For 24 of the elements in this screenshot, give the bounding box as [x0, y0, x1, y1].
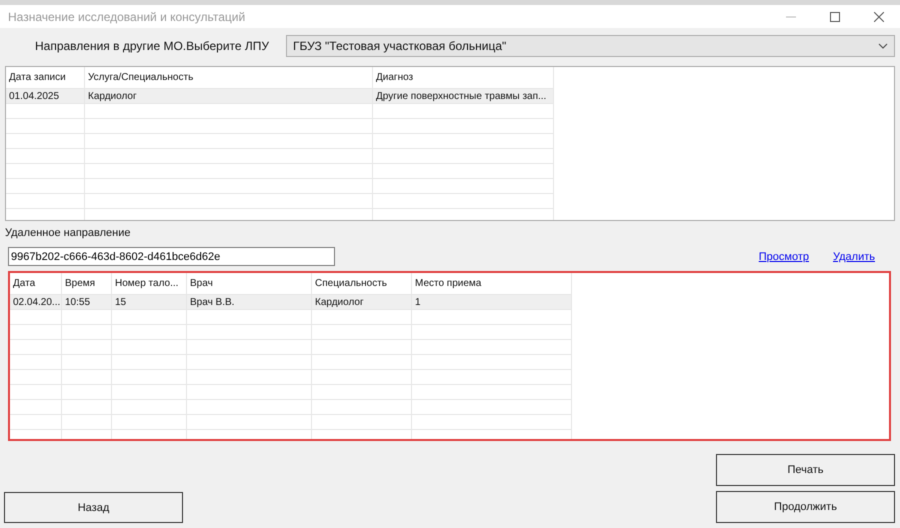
table-row[interactable]: 01.04.2025 Кардиолог Другие поверхностные травмы зап... [6, 89, 554, 104]
table-cell: Кардиолог [85, 89, 373, 104]
lpu-dropdown[interactable]: ГБУЗ "Тестовая участковая больница" [286, 35, 895, 57]
table-cell: Врач В.В. [187, 295, 312, 310]
table-cell: 02.04.20... [10, 295, 62, 310]
window-title: Назначение исследований и консультаций [8, 10, 246, 24]
table-cell: 15 [112, 295, 187, 310]
table-cell: Кардиолог [312, 295, 412, 310]
remote-referral-label: Удаленное направление [5, 227, 130, 239]
print-button[interactable]: Печать [716, 454, 895, 486]
link[interactable]: Удалить [833, 250, 875, 262]
referral-id-field[interactable]: 9967b202-c666-463d-8602-d461bce6d62e [8, 247, 335, 266]
table-row[interactable]: 02.04.20... 10:55 15 Врач В.В. Кардиолог 1 [10, 295, 572, 310]
maximize-icon[interactable] [830, 12, 840, 22]
caret-icon [878, 43, 888, 49]
lpu-label: Направления в другие МО.Выберите ЛПУ [34, 39, 270, 53]
close-icon[interactable] [874, 12, 884, 22]
link[interactable]: Просмотр [758, 250, 809, 262]
back-button[interactable]: Назад [4, 492, 183, 523]
continue-button[interactable]: Продолжить [716, 491, 895, 523]
table-cell: 01.04.2025 [6, 89, 85, 104]
table-cell: Другие поверхностные травмы зап... [373, 89, 554, 104]
table-cell: 1 [412, 295, 572, 310]
table-cell: 10:55 [62, 295, 112, 310]
